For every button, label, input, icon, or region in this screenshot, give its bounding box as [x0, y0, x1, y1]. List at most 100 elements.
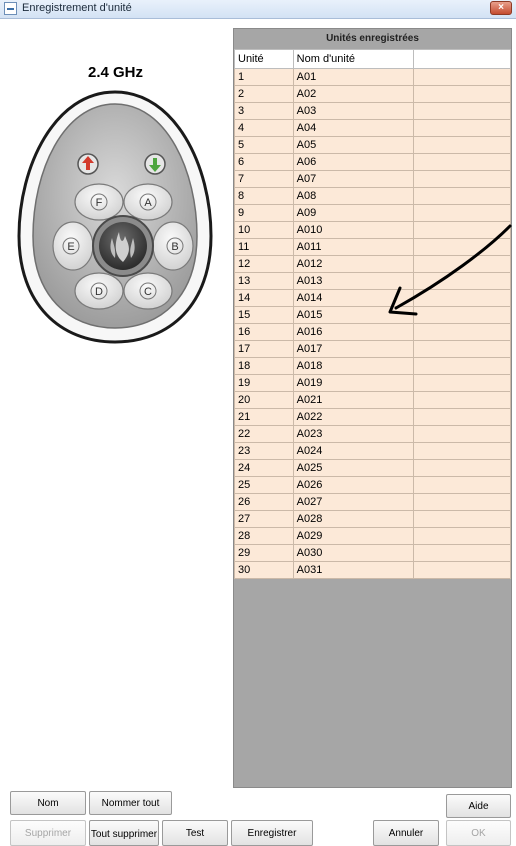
unit-number-cell[interactable]: 24 — [234, 459, 294, 477]
close-button[interactable]: × — [490, 1, 512, 15]
remote-button-c-label: C — [144, 286, 152, 298]
unit-number-cell[interactable]: 11 — [234, 238, 294, 256]
nom-button[interactable]: Nom — [10, 791, 86, 815]
unit-name-cell[interactable]: A031 — [292, 561, 414, 579]
table-row[interactable]: 27 A028 — [234, 510, 512, 528]
supprimer-button[interactable]: Supprimer — [10, 820, 86, 846]
unit-name-cell[interactable]: A05 — [292, 136, 414, 154]
table-row[interactable]: 22 A023 — [234, 425, 512, 443]
frequency-label: 2.4 GHz — [88, 64, 144, 81]
table-row[interactable]: 28 A029 — [234, 527, 512, 545]
unit-name-cell[interactable]: A028 — [292, 510, 414, 528]
table-row[interactable]: 24 A025 — [234, 459, 512, 477]
table-row[interactable]: 18 A018 — [234, 357, 512, 375]
table-row[interactable]: 7 A07 — [234, 170, 512, 188]
column-header-unite[interactable]: Unité — [234, 49, 294, 69]
unit-name-cell[interactable]: A026 — [292, 476, 414, 494]
unit-number-cell[interactable]: 25 — [234, 476, 294, 494]
enregistrer-button[interactable]: Enregistrer — [231, 820, 313, 846]
unit-number-cell[interactable]: 26 — [234, 493, 294, 511]
unit-number-cell[interactable]: 17 — [234, 340, 294, 358]
empty-cell — [412, 85, 512, 103]
unit-number-cell[interactable]: 6 — [234, 153, 294, 171]
unit-number-cell[interactable]: 10 — [234, 221, 294, 239]
table-row[interactable]: 4 A04 — [234, 119, 512, 137]
table-row[interactable]: 2 A02 — [234, 85, 512, 103]
unit-name-cell[interactable]: A030 — [292, 544, 414, 562]
table-row[interactable]: 21 A022 — [234, 408, 512, 426]
unit-number-cell[interactable]: 4 — [234, 119, 294, 137]
app-icon — [4, 2, 17, 15]
remote-illustration: F A B C D E — [15, 86, 215, 349]
test-button[interactable]: Test — [162, 820, 228, 846]
annotation-arrow-icon — [388, 224, 512, 316]
unit-name-cell[interactable]: A024 — [292, 442, 414, 460]
table-row[interactable]: 8 A08 — [234, 187, 512, 205]
unit-name-cell[interactable]: A01 — [292, 68, 414, 86]
unit-number-cell[interactable]: 13 — [234, 272, 294, 290]
unit-name-cell[interactable]: A018 — [292, 357, 414, 375]
unit-name-cell[interactable]: A025 — [292, 459, 414, 477]
unit-name-cell[interactable]: A04 — [292, 119, 414, 137]
unit-name-cell[interactable]: A017 — [292, 340, 414, 358]
unit-name-cell[interactable]: A019 — [292, 374, 414, 392]
empty-cell — [412, 544, 512, 562]
unit-number-cell[interactable]: 12 — [234, 255, 294, 273]
table-row[interactable]: 17 A017 — [234, 340, 512, 358]
unit-name-cell[interactable]: A02 — [292, 85, 414, 103]
empty-cell — [412, 374, 512, 392]
unit-name-cell[interactable]: A07 — [292, 170, 414, 188]
unit-number-cell[interactable]: 22 — [234, 425, 294, 443]
table-row[interactable]: 29 A030 — [234, 544, 512, 562]
empty-cell — [412, 442, 512, 460]
unit-number-cell[interactable]: 14 — [234, 289, 294, 307]
table-row[interactable]: 20 A021 — [234, 391, 512, 409]
table-row[interactable]: 23 A024 — [234, 442, 512, 460]
unit-number-cell[interactable]: 7 — [234, 170, 294, 188]
unit-number-cell[interactable]: 2 — [234, 85, 294, 103]
annuler-button[interactable]: Annuler — [373, 820, 439, 846]
table-row[interactable]: 1 A01 — [234, 68, 512, 86]
unit-number-cell[interactable]: 21 — [234, 408, 294, 426]
unit-number-cell[interactable]: 28 — [234, 527, 294, 545]
unit-name-cell[interactable]: A06 — [292, 153, 414, 171]
unit-name-cell[interactable]: A03 — [292, 102, 414, 120]
table-row[interactable]: 5 A05 — [234, 136, 512, 154]
unit-number-cell[interactable]: 1 — [234, 68, 294, 86]
unit-name-cell[interactable]: A08 — [292, 187, 414, 205]
unit-number-cell[interactable]: 19 — [234, 374, 294, 392]
flame-logo-icon — [92, 215, 154, 277]
tout-supprimer-button[interactable]: Tout supprimer — [89, 820, 159, 846]
unit-number-cell[interactable]: 23 — [234, 442, 294, 460]
unit-number-cell[interactable]: 30 — [234, 561, 294, 579]
unit-number-cell[interactable]: 18 — [234, 357, 294, 375]
unit-name-cell[interactable]: A022 — [292, 408, 414, 426]
unit-number-cell[interactable]: 9 — [234, 204, 294, 222]
table-row[interactable]: 30 A031 — [234, 561, 512, 579]
unit-name-cell[interactable]: A023 — [292, 425, 414, 443]
unit-name-cell[interactable]: A029 — [292, 527, 414, 545]
column-header-nom-unite[interactable]: Nom d'unité — [292, 49, 414, 69]
unit-number-cell[interactable]: 27 — [234, 510, 294, 528]
table-row[interactable]: 6 A06 — [234, 153, 512, 171]
table-row[interactable]: 25 A026 — [234, 476, 512, 494]
unit-number-cell[interactable]: 8 — [234, 187, 294, 205]
unit-name-cell[interactable]: A09 — [292, 204, 414, 222]
unit-name-cell[interactable]: A021 — [292, 391, 414, 409]
unit-number-cell[interactable]: 16 — [234, 323, 294, 341]
table-row[interactable]: 26 A027 — [234, 493, 512, 511]
nommer-tout-button[interactable]: Nommer tout — [89, 791, 172, 815]
unit-number-cell[interactable]: 5 — [234, 136, 294, 154]
unit-name-cell[interactable]: A027 — [292, 493, 414, 511]
empty-cell — [412, 136, 512, 154]
unit-number-cell[interactable]: 15 — [234, 306, 294, 324]
table-row[interactable]: 9 A09 — [234, 204, 512, 222]
unit-number-cell[interactable]: 3 — [234, 102, 294, 120]
unit-number-cell[interactable]: 20 — [234, 391, 294, 409]
aide-button[interactable]: Aide — [446, 794, 511, 818]
table-row[interactable]: 19 A019 — [234, 374, 512, 392]
empty-cell — [412, 561, 512, 579]
ok-button[interactable]: OK — [446, 820, 511, 846]
unit-number-cell[interactable]: 29 — [234, 544, 294, 562]
table-row[interactable]: 3 A03 — [234, 102, 512, 120]
